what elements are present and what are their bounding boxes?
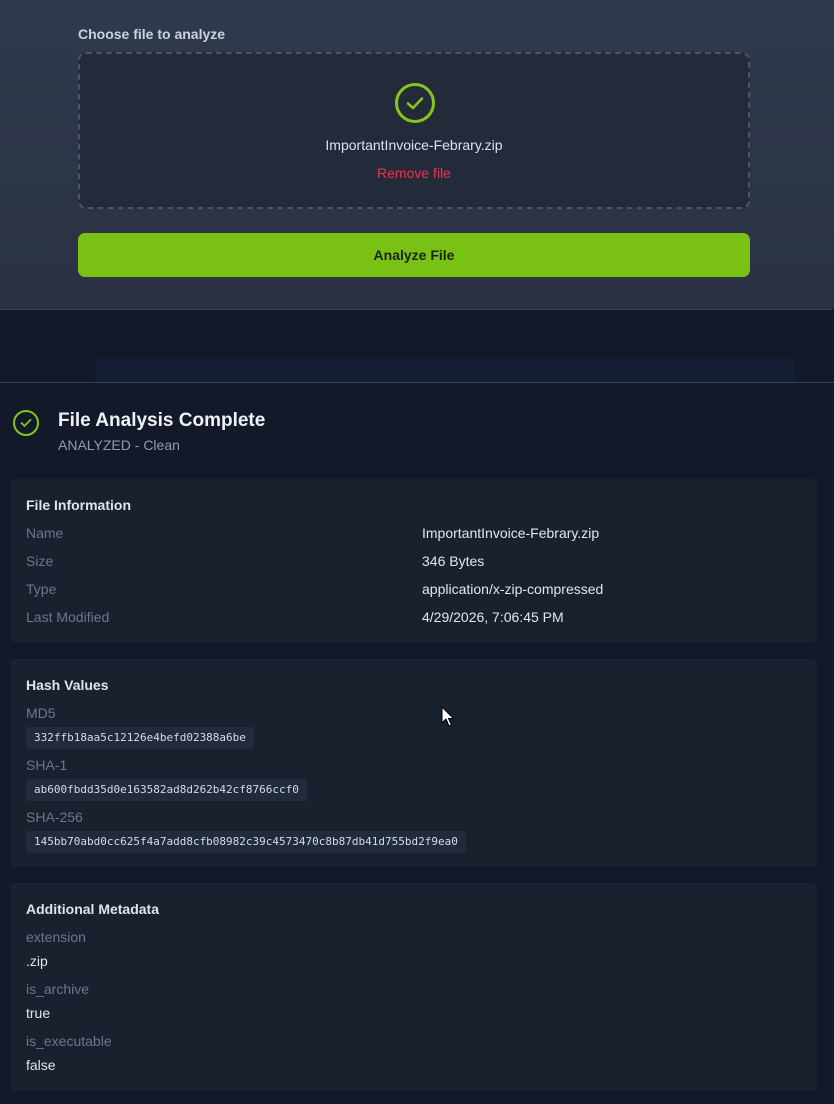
metadata-value: true — [26, 1005, 51, 1021]
info-label: Last Modified — [26, 609, 110, 625]
check-circle-icon — [13, 410, 39, 436]
result-status: ANALYZED - Clean — [58, 437, 180, 453]
info-value: 4/29/2026, 7:06:45 PM — [422, 609, 564, 625]
result-title: File Analysis Complete — [58, 410, 266, 431]
info-value: application/x-zip-compressed — [422, 581, 604, 597]
info-label: Size — [26, 553, 54, 569]
mouse-cursor-icon — [441, 706, 455, 728]
info-label: Type — [26, 581, 57, 597]
choose-file-label: Choose file to analyze — [78, 26, 226, 42]
file-dropzone[interactable]: ImportantInvoice-Febrary.zip Remove file — [78, 52, 750, 209]
additional-metadata-panel: Additional Metadata extension .zip is_ar… — [10, 883, 817, 1091]
file-information-panel: File Information Name ImportantInvoice-F… — [10, 479, 817, 642]
hash-value-sha1[interactable]: ab600fbdd35d0e163582ad8d262b42cf8766ccf0 — [26, 779, 307, 801]
background-decoration — [95, 358, 795, 382]
remove-file-link[interactable]: Remove file — [80, 165, 748, 181]
info-value: ImportantInvoice-Febrary.zip — [422, 525, 600, 541]
check-circle-icon — [395, 83, 435, 123]
metadata-value: false — [26, 1057, 56, 1073]
hash-value-md5[interactable]: 332ffb18aa5c12126e4befd02388a6be — [26, 727, 254, 749]
upload-card: Choose file to analyze ImportantInvoice-… — [0, 0, 834, 310]
hash-label-sha256: SHA-256 — [26, 809, 83, 825]
section-divider — [0, 382, 834, 383]
metadata-key: extension — [26, 929, 86, 945]
hash-values-panel: Hash Values MD5 332ffb18aa5c12126e4befd0… — [10, 659, 817, 867]
info-value: 346 Bytes — [422, 553, 485, 569]
hash-value-sha256[interactable]: 145bb70abd0cc625f4a7add8cfb08982c39c4573… — [26, 831, 466, 853]
analyze-file-button[interactable]: Analyze File — [78, 233, 750, 277]
info-label: Name — [26, 525, 64, 541]
metadata-value: .zip — [26, 953, 48, 969]
panel-title: Additional Metadata — [26, 901, 160, 917]
panel-title: Hash Values — [26, 677, 109, 693]
selected-file-name: ImportantInvoice-Febrary.zip — [325, 137, 503, 153]
hash-label-sha1: SHA-1 — [26, 757, 68, 773]
metadata-key: is_archive — [26, 981, 90, 997]
panel-title: File Information — [26, 497, 131, 513]
hash-label-md5: MD5 — [26, 705, 56, 721]
metadata-key: is_executable — [26, 1033, 112, 1049]
